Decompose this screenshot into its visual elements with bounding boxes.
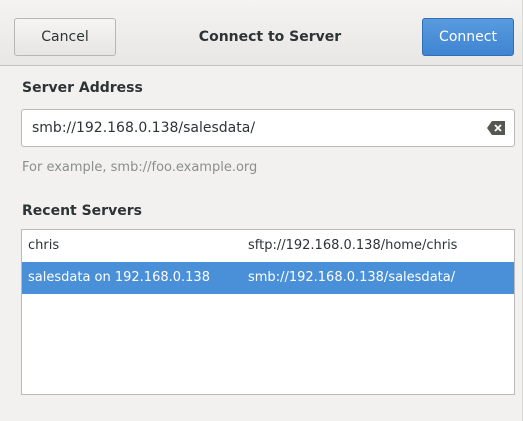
recent-server-name: chris <box>28 238 60 253</box>
cancel-button[interactable]: Cancel <box>14 18 116 56</box>
recent-servers-label: Recent Servers <box>22 203 142 219</box>
recent-server-name: salesdata on 192.168.0.138 <box>28 270 210 285</box>
server-address-label: Server Address <box>22 80 143 96</box>
recent-server-row[interactable]: chris sftp://192.168.0.138/home/chris <box>22 230 514 262</box>
recent-server-row-selected[interactable]: salesdata on 192.168.0.138 smb://192.168… <box>22 262 514 294</box>
server-address-hint: For example, smb://foo.example.org <box>22 160 258 175</box>
connect-to-server-dialog: Cancel Connect to Server Connect Server … <box>0 0 523 421</box>
edit-clear-icon[interactable] <box>487 121 505 135</box>
server-address-input[interactable]: smb://192.168.0.138/salesdata/ <box>21 109 515 147</box>
recent-servers-list: chris sftp://192.168.0.138/home/chris sa… <box>21 229 515 395</box>
recent-server-url: smb://192.168.0.138/salesdata/ <box>248 270 456 285</box>
connect-button[interactable]: Connect <box>422 18 514 56</box>
dialog-title: Connect to Server <box>198 29 342 45</box>
server-address-value: smb://192.168.0.138/salesdata/ <box>32 120 256 136</box>
header-bar: Cancel Connect to Server Connect <box>0 0 522 66</box>
recent-server-url: sftp://192.168.0.138/home/chris <box>248 238 458 253</box>
